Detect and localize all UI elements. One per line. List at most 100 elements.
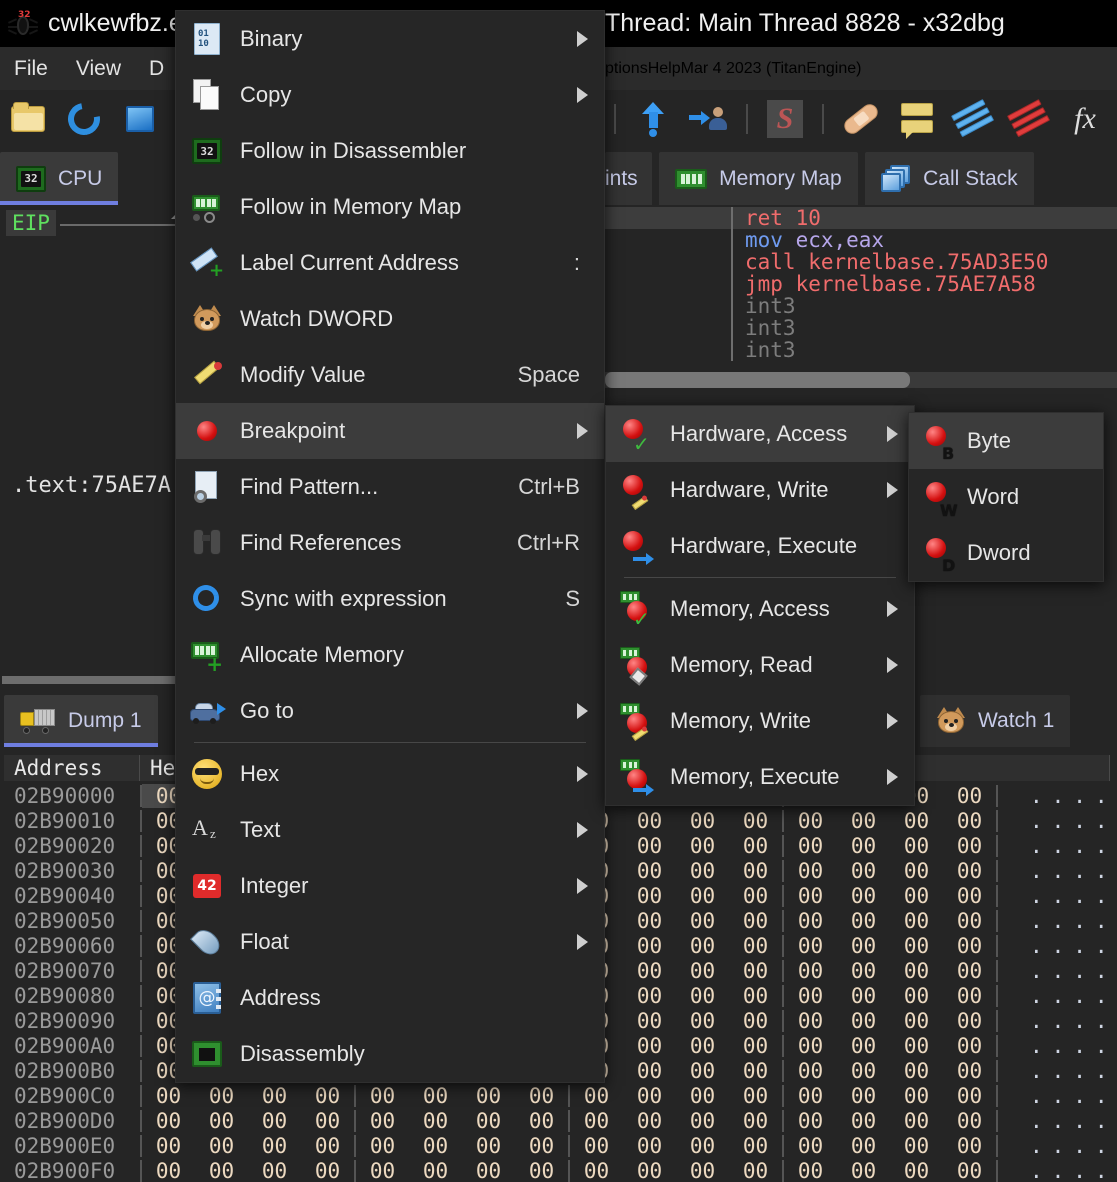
dump-byte[interactable]: 00 — [837, 934, 890, 958]
menu-item-hardware-execute[interactable]: Hardware, Execute — [606, 518, 914, 574]
dump-byte[interactable]: 00 — [301, 1159, 354, 1182]
dump-byte[interactable]: 00 — [301, 1109, 354, 1133]
disassembly-row[interactable]: ret 10 — [605, 207, 1117, 230]
dump-byte[interactable]: 00 — [409, 1134, 462, 1158]
dump-byte[interactable]: 00 — [784, 859, 837, 883]
disassembly-row[interactable]: int3 — [605, 316, 1117, 340]
disassembly-row[interactable]: mov ecx,eax — [605, 228, 1117, 252]
dump-byte[interactable]: 00 — [248, 1159, 301, 1182]
disassembly-row[interactable]: int3 — [605, 294, 1117, 318]
menu-item-hardware-write[interactable]: Hardware, Write — [606, 462, 914, 518]
dump-byte[interactable]: 00 — [890, 1059, 943, 1083]
menu-item-address[interactable]: @ Address — [176, 970, 604, 1026]
dump-byte[interactable]: 00 — [890, 1084, 943, 1108]
disassembly-row[interactable]: call kernelbase.75AD3E50 — [605, 250, 1117, 274]
menu-item-dword[interactable]: D Dword — [909, 525, 1103, 581]
dump-byte[interactable]: 00 — [890, 884, 943, 908]
dump-byte[interactable]: 00 — [890, 934, 943, 958]
bookmarks-icon[interactable] — [1005, 97, 1053, 141]
disassembly-pane[interactable]: ret 10 mov ecx,eax call kernelbase.75AD3… — [605, 207, 1117, 372]
dump-byte[interactable]: 00 — [462, 1109, 515, 1133]
dump-byte[interactable]: 00 — [943, 1109, 996, 1133]
dump-byte[interactable]: 00 — [623, 1059, 676, 1083]
dump-byte[interactable]: 00 — [729, 1134, 782, 1158]
dump-byte[interactable]: 00 — [356, 1134, 409, 1158]
dump-row[interactable]: 02B900F0 00 00 00 00 00 00 00 00 00 00 00 00 00 00 00 00… — [4, 1158, 1117, 1182]
dump-row[interactable]: 02B900E0 00 00 00 00 00 00 00 00 00 00 00 00 00 00 00 00… — [4, 1133, 1117, 1158]
dump-byte[interactable]: 00 — [676, 1134, 729, 1158]
dump-byte[interactable]: 00 — [729, 934, 782, 958]
dump-byte[interactable]: 00 — [837, 1009, 890, 1033]
dump-byte[interactable]: 00 — [890, 834, 943, 858]
dump-byte[interactable]: 00 — [890, 1009, 943, 1033]
dump-byte[interactable]: 00 — [729, 1084, 782, 1108]
dump-byte[interactable]: 00 — [142, 1109, 195, 1133]
dump-byte[interactable]: 00 — [890, 809, 943, 833]
menu-item-modify-value[interactable]: Modify Value Space — [176, 347, 604, 403]
dump-byte[interactable]: 00 — [729, 959, 782, 983]
disassembly-hscrollbar[interactable] — [605, 372, 1117, 388]
dump-byte[interactable]: 00 — [784, 1034, 837, 1058]
dump-byte[interactable]: 00 — [890, 1034, 943, 1058]
dump-byte[interactable]: 00 — [623, 1159, 676, 1182]
disassembly-row[interactable]: jmp kernelbase.75AE7A58 — [605, 272, 1117, 296]
dump-byte[interactable]: 00 — [784, 1084, 837, 1108]
dump-byte[interactable]: 00 — [570, 1084, 623, 1108]
menu-item-hex[interactable]: Hex — [176, 746, 604, 802]
dump-byte[interactable]: 00 — [784, 909, 837, 933]
dump-byte[interactable]: 00 — [943, 1034, 996, 1058]
dump-byte[interactable]: 00 — [409, 1084, 462, 1108]
dump-byte[interactable]: 00 — [890, 1159, 943, 1182]
step-out-icon[interactable] — [629, 97, 677, 141]
dump-byte[interactable]: 00 — [515, 1084, 568, 1108]
dump-byte[interactable]: 00 — [195, 1109, 248, 1133]
menu-item-copy[interactable]: Copy — [176, 67, 604, 123]
dump-byte[interactable]: 00 — [623, 859, 676, 883]
menu-item-memory-execute[interactable]: Memory, Execute — [606, 749, 914, 805]
dump-byte[interactable]: 00 — [676, 1109, 729, 1133]
dump-byte[interactable]: 00 — [142, 1134, 195, 1158]
labels-icon[interactable] — [949, 97, 997, 141]
dump-byte[interactable]: 00 — [729, 834, 782, 858]
dump-byte[interactable]: 00 — [729, 809, 782, 833]
dump-byte[interactable]: 00 — [676, 1009, 729, 1033]
menu-item-word[interactable]: W Word — [909, 469, 1103, 525]
dump-byte[interactable]: 00 — [462, 1159, 515, 1182]
menu-item-text[interactable]: Az Text — [176, 802, 604, 858]
breakpoint-submenu[interactable]: ✓ Hardware, Access Hardware, Write Hardware… — [605, 405, 915, 806]
dump-byte[interactable]: 00 — [943, 809, 996, 833]
dump-byte[interactable]: 00 — [837, 1084, 890, 1108]
menu-view[interactable]: View — [62, 55, 135, 83]
dump-byte[interactable]: 00 — [729, 1034, 782, 1058]
dump-byte[interactable]: 00 — [676, 1084, 729, 1108]
dump-byte[interactable]: 00 — [943, 1084, 996, 1108]
dump-byte[interactable]: 00 — [729, 1059, 782, 1083]
dump-byte[interactable]: 00 — [837, 1109, 890, 1133]
dump-byte[interactable]: 00 — [462, 1084, 515, 1108]
menu-item-breakpoint[interactable]: Breakpoint — [176, 403, 604, 459]
dump-byte[interactable]: 00 — [837, 859, 890, 883]
open-icon[interactable] — [4, 97, 52, 141]
dump-byte[interactable]: 00 — [623, 984, 676, 1008]
menu-item-memory-access[interactable]: ✓ Memory, Access — [606, 581, 914, 637]
dump-byte[interactable]: 00 — [729, 909, 782, 933]
dump-byte[interactable]: 00 — [784, 1159, 837, 1182]
dump-byte[interactable]: 00 — [623, 1034, 676, 1058]
dump-byte[interactable]: 00 — [943, 784, 996, 808]
dump-byte[interactable]: 00 — [784, 1109, 837, 1133]
dump-byte[interactable]: 00 — [837, 909, 890, 933]
dump-byte[interactable]: 00 — [570, 1159, 623, 1182]
menu-debug[interactable]: D — [135, 55, 178, 83]
dump-byte[interactable]: 00 — [784, 984, 837, 1008]
dump-byte[interactable]: 00 — [729, 984, 782, 1008]
dump-byte[interactable]: 00 — [676, 1159, 729, 1182]
dump-byte[interactable]: 00 — [676, 859, 729, 883]
dump-byte[interactable]: 00 — [462, 1134, 515, 1158]
dump-byte[interactable]: 00 — [943, 934, 996, 958]
dump-byte[interactable]: 00 — [784, 834, 837, 858]
menu-item-binary[interactable]: Binary — [176, 11, 604, 67]
dump-byte[interactable]: 00 — [837, 1034, 890, 1058]
menu-help[interactable]: Help — [648, 60, 681, 78]
dump-byte[interactable]: 00 — [248, 1109, 301, 1133]
functions-icon[interactable]: fx — [1061, 97, 1109, 141]
